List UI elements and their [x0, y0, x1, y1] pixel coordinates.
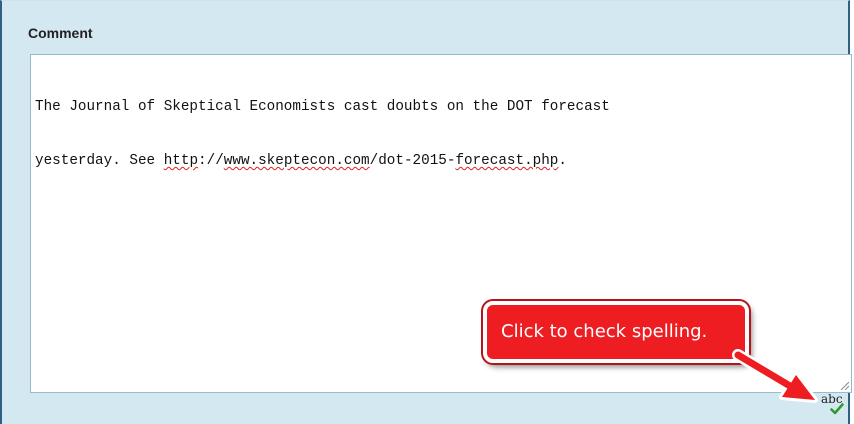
misspelled-word: http	[163, 153, 199, 169]
misspelled-word: forecast.php	[455, 153, 559, 169]
comment-text-segment: ://	[198, 153, 224, 169]
comment-text-segment: /dot-2015-	[369, 153, 456, 169]
comment-text-segment: .	[558, 153, 567, 169]
misspelled-word: www.skeptecon.com	[223, 153, 370, 169]
comment-text-segment: yesterday. See	[35, 153, 164, 169]
comment-text-segment: The Journal of Skeptical Economists cast…	[35, 99, 610, 115]
comment-text-line-1: The Journal of Skeptical Economists cast…	[35, 98, 847, 116]
comment-text-line-2: yesterday. See http://www.skeptecon.com/…	[35, 152, 847, 170]
comment-label: Comment	[28, 25, 93, 41]
spellcheck-button[interactable]: abc	[820, 391, 846, 417]
resize-grip-icon[interactable]	[839, 380, 849, 390]
spellcheck-callout: Click to check spelling.	[483, 301, 749, 363]
check-icon	[830, 403, 844, 415]
